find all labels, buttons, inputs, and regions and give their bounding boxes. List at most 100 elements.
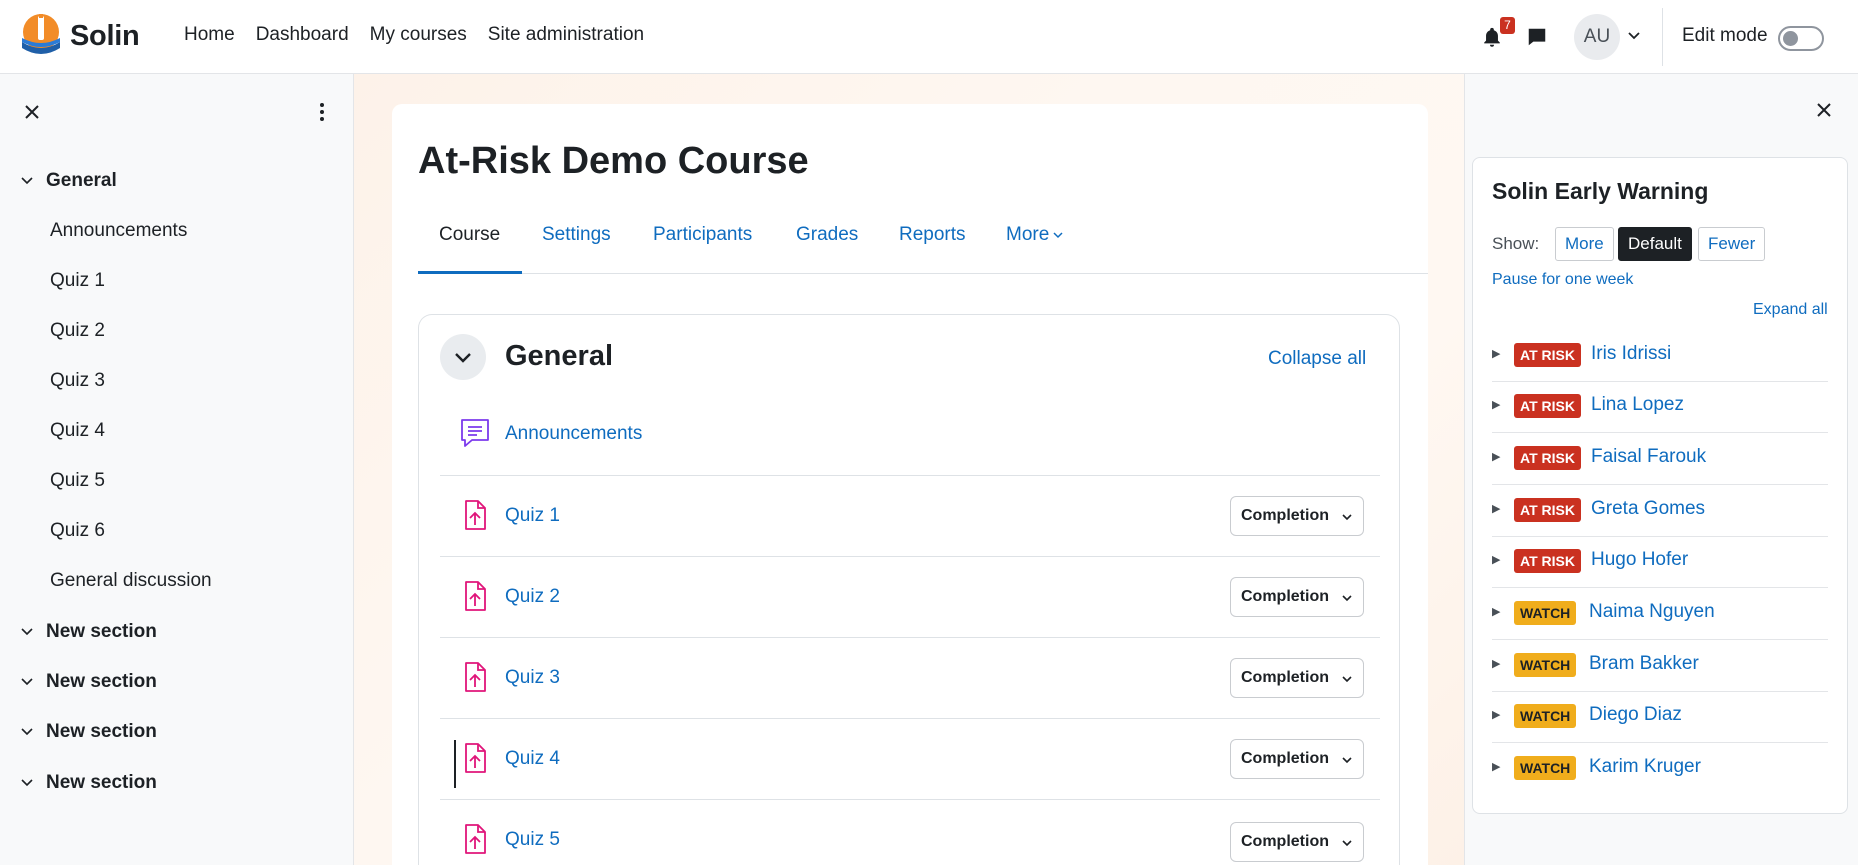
- student-name-link[interactable]: Naima Nguyen: [1589, 601, 1715, 623]
- close-block-drawer-icon[interactable]: [1814, 100, 1834, 120]
- show-more-button[interactable]: More: [1555, 227, 1614, 261]
- forum-icon: [461, 419, 489, 447]
- completion-dropdown-button[interactable]: Completion: [1230, 577, 1364, 617]
- completion-dropdown-button[interactable]: Completion: [1230, 496, 1364, 536]
- expand-triangle-icon: ▶: [1492, 606, 1501, 618]
- course-index-section-new-3[interactable]: New section: [20, 721, 157, 743]
- chevron-down-icon: [21, 728, 33, 736]
- student-name-link[interactable]: Iris Idrissi: [1591, 343, 1671, 365]
- user-avatar[interactable]: AU: [1574, 14, 1620, 60]
- section-collapse-toggle[interactable]: [440, 334, 486, 380]
- brand-logo[interactable]: Solin: [18, 12, 140, 60]
- student-name-link[interactable]: Hugo Hofer: [1591, 549, 1688, 571]
- assignment-upload-icon: [465, 743, 486, 773]
- expand-triangle-icon: ▶: [1492, 761, 1501, 773]
- course-index-item-quiz-1[interactable]: Quiz 1: [50, 270, 105, 292]
- student-name-link[interactable]: Bram Bakker: [1589, 653, 1699, 675]
- course-index-item-quiz-3[interactable]: Quiz 3: [50, 370, 105, 392]
- nav-my-courses-link[interactable]: My courses: [370, 24, 467, 46]
- activity-link[interactable]: Quiz 5: [505, 829, 560, 851]
- tab-course[interactable]: Course: [439, 224, 500, 246]
- chevron-down-icon: [21, 628, 33, 636]
- edit-mode-toggle[interactable]: [1778, 26, 1824, 51]
- course-index-section-new-4[interactable]: New section: [20, 772, 157, 794]
- completion-label: Completion: [1241, 588, 1329, 605]
- chevron-down-icon: [1342, 676, 1352, 683]
- assignment-upload-icon: [465, 824, 486, 854]
- completion-dropdown-button[interactable]: Completion: [1230, 822, 1364, 862]
- student-row[interactable]: ▶ WATCH Bram Bakker: [1492, 640, 1828, 692]
- activity-row-announcements: Announcements: [440, 396, 1380, 476]
- student-row[interactable]: ▶ WATCH Diego Diaz: [1492, 691, 1828, 743]
- tab-reports[interactable]: Reports: [899, 224, 966, 246]
- solin-logo-icon: [22, 14, 60, 54]
- tab-settings[interactable]: Settings: [542, 224, 611, 246]
- student-row[interactable]: ▶ AT RISK Greta Gomes: [1492, 485, 1828, 537]
- status-badge: AT RISK: [1514, 549, 1581, 573]
- chevron-down-icon: [1342, 595, 1352, 602]
- tab-grades[interactable]: Grades: [796, 224, 858, 246]
- active-tab-indicator: [418, 271, 522, 274]
- course-index-section-general[interactable]: General: [20, 170, 117, 192]
- activity-link[interactable]: Quiz 1: [505, 505, 560, 527]
- student-row[interactable]: ▶ AT RISK Faisal Farouk: [1492, 433, 1828, 485]
- course-secondary-navigation: Course Settings Participants Grades Repo…: [418, 210, 1428, 274]
- tab-participants[interactable]: Participants: [653, 224, 752, 246]
- student-row[interactable]: ▶ WATCH Naima Nguyen: [1492, 588, 1828, 640]
- chevron-down-icon: [21, 678, 33, 686]
- edit-mode-label: Edit mode: [1682, 25, 1768, 46]
- course-index-item-quiz-2[interactable]: Quiz 2: [50, 320, 105, 342]
- nav-home-link[interactable]: Home: [184, 24, 235, 46]
- completion-dropdown-button[interactable]: Completion: [1230, 739, 1364, 779]
- course-index-section-new-2[interactable]: New section: [20, 671, 157, 693]
- course-index-item-quiz-4[interactable]: Quiz 4: [50, 420, 105, 442]
- student-row[interactable]: ▶ AT RISK Lina Lopez: [1492, 381, 1828, 433]
- course-index-options-kebab-icon[interactable]: [312, 101, 332, 123]
- student-row[interactable]: ▶ AT RISK Hugo Hofer: [1492, 536, 1828, 588]
- student-name-link[interactable]: Faisal Farouk: [1591, 446, 1706, 468]
- primary-navigation: Home Dashboard My courses Site administr…: [184, 24, 665, 46]
- student-name-link[interactable]: Karim Kruger: [1589, 756, 1701, 778]
- course-index-item-quiz-6[interactable]: Quiz 6: [50, 520, 105, 542]
- show-default-button[interactable]: Default: [1618, 227, 1692, 261]
- status-badge: AT RISK: [1514, 343, 1581, 367]
- student-name-link[interactable]: Lina Lopez: [1591, 394, 1684, 416]
- user-menu-chevron-down-icon[interactable]: [1626, 27, 1642, 43]
- activity-link[interactable]: Quiz 4: [505, 748, 560, 770]
- collapse-all-link[interactable]: Collapse all: [1268, 348, 1366, 370]
- status-badge: AT RISK: [1514, 394, 1581, 418]
- show-filter-label: Show:: [1492, 234, 1540, 253]
- status-badge: AT RISK: [1514, 498, 1581, 522]
- student-name-link[interactable]: Diego Diaz: [1589, 704, 1682, 726]
- messages-icon[interactable]: [1526, 26, 1548, 48]
- student-row[interactable]: ▶ AT RISK Iris Idrissi: [1492, 330, 1828, 382]
- show-fewer-button[interactable]: Fewer: [1698, 227, 1766, 261]
- expand-triangle-icon: ▶: [1492, 399, 1501, 411]
- pause-for-one-week-link[interactable]: Pause for one week: [1492, 271, 1633, 289]
- chevron-down-icon: [1342, 840, 1352, 847]
- nav-site-administration-link[interactable]: Site administration: [488, 24, 644, 46]
- completion-dropdown-button[interactable]: Completion: [1230, 658, 1364, 698]
- chevron-down-icon: [1342, 514, 1352, 521]
- close-course-index-icon[interactable]: [22, 102, 42, 122]
- completion-label: Completion: [1241, 750, 1329, 767]
- tab-more[interactable]: More: [1006, 224, 1064, 246]
- notification-count-badge: 7: [1500, 17, 1515, 34]
- student-name-link[interactable]: Greta Gomes: [1591, 498, 1705, 520]
- course-index-item-quiz-5[interactable]: Quiz 5: [50, 470, 105, 492]
- activity-row-quiz-2: Quiz 2 Completion: [440, 556, 1380, 636]
- activity-row-quiz-5: Quiz 5 Completion: [440, 799, 1380, 865]
- course-index-section-new-1[interactable]: New section: [20, 621, 157, 643]
- activity-link[interactable]: Quiz 3: [505, 667, 560, 689]
- course-title: At-Risk Demo Course: [418, 140, 809, 182]
- course-index-item-announcements[interactable]: Announcements: [50, 220, 187, 242]
- activity-row-quiz-3: Quiz 3 Completion: [440, 637, 1380, 717]
- activity-link[interactable]: Quiz 2: [505, 586, 560, 608]
- expand-all-link[interactable]: Expand all: [1753, 301, 1828, 319]
- activity-link[interactable]: Announcements: [505, 423, 642, 445]
- status-badge: WATCH: [1514, 653, 1577, 677]
- expand-triangle-icon: ▶: [1492, 709, 1501, 721]
- student-row[interactable]: ▶ WATCH Karim Kruger: [1492, 743, 1828, 795]
- course-index-item-general-discussion[interactable]: General discussion: [50, 570, 212, 592]
- nav-dashboard-link[interactable]: Dashboard: [256, 24, 349, 46]
